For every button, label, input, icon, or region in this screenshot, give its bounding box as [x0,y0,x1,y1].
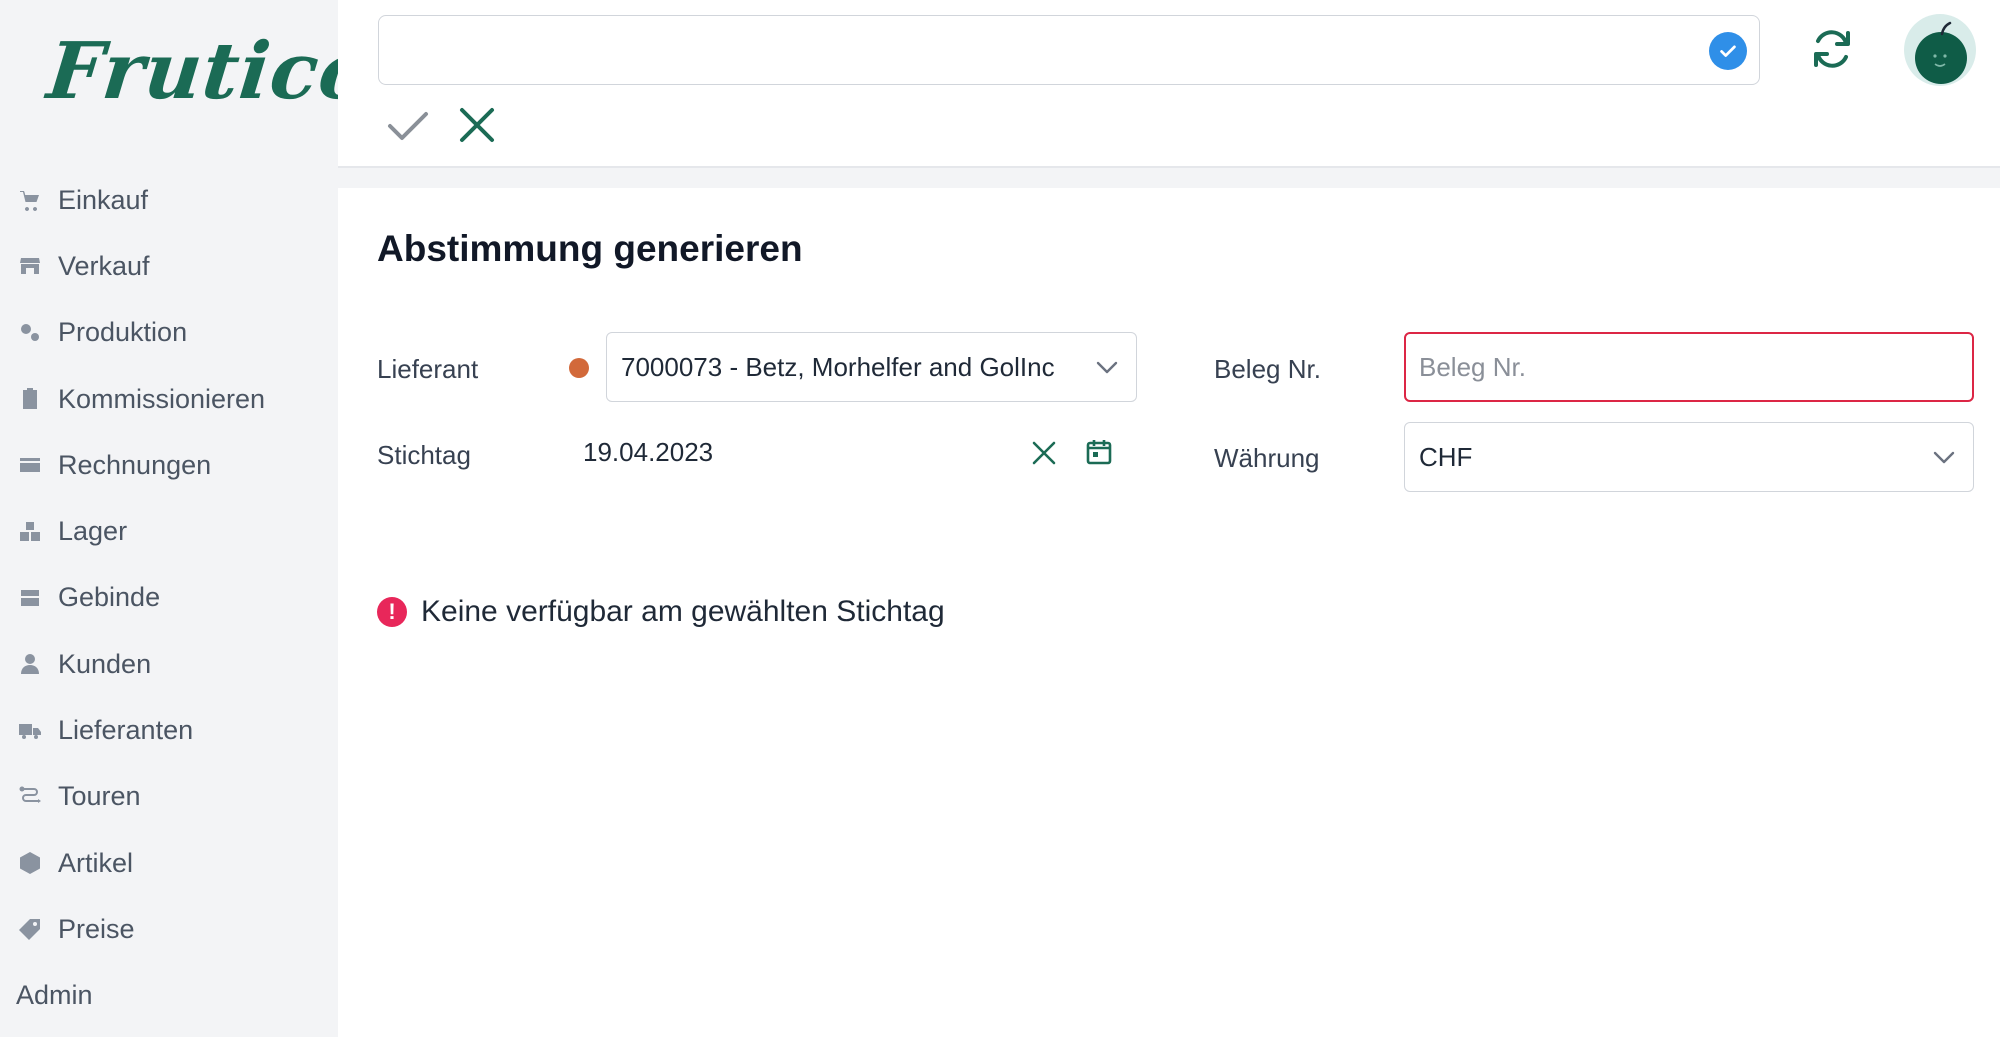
sidebar-item-verkauf[interactable]: Verkauf [0,233,338,299]
cancel-x-icon[interactable] [456,104,498,146]
sidebar-item-label: Kunden [58,648,152,679]
stichtag-date-input[interactable]: 19.04.2023 [583,437,713,468]
truck-icon [18,719,42,743]
lieferant-select[interactable]: 7000073 - Betz, Morhelfer and GolInc [606,332,1137,402]
sidebar-item-label: Einkauf [58,184,149,215]
boxes-icon [18,520,42,544]
top-bar [338,0,2000,168]
cart-icon [18,188,42,212]
refresh-icon[interactable] [1808,25,1856,73]
sidebar-item-label: Produktion [58,317,188,348]
sidebar-item-lieferanten[interactable]: Lieferanten [0,697,338,763]
sidebar: Frutico Einkauf Verkauf Produktion Kommi… [0,0,377,1037]
sidebar-item-kunden[interactable]: Kunden [0,631,338,697]
sidebar-item-admin[interactable]: Admin [0,963,338,1029]
avatar[interactable] [1904,14,1976,86]
sidebar-item-label: Verkauf [58,250,150,281]
clear-date-icon[interactable] [1029,438,1059,468]
waehrung-label: Währung [1214,443,1320,473]
header-divider [338,168,2000,188]
app-root: Frutico Einkauf Verkauf Produktion Kommi… [0,0,2000,1037]
calendar-icon[interactable] [1084,437,1114,467]
exclamation-icon: ! [377,597,407,627]
sidebar-item-gebinde[interactable]: Gebinde [0,565,338,631]
credit-card-icon [18,453,42,477]
sidebar-item-produktion[interactable]: Produktion [0,300,338,366]
waehrung-select-value: CHF [1419,441,1473,472]
route-icon [18,785,42,809]
store-icon [18,254,42,278]
brand-logo[interactable]: Frutico [43,22,377,122]
sidebar-item-label: Kommissionieren [58,383,266,414]
sidebar-item-label: Touren [58,781,141,812]
search-input[interactable] [378,15,1760,85]
sidebar-item-label: Lieferanten [58,715,194,746]
sidebar-item-label: Lager [58,516,128,547]
hexagon-icon [18,851,42,875]
sidebar-nav: Einkauf Verkauf Produktion Kommissionier… [0,167,338,1029]
stichtag-label: Stichtag [377,440,471,470]
warning-text: Keine verfügbar am gewählten Stichtag [421,595,945,628]
status-dot [569,358,589,378]
sidebar-item-label: Gebinde [58,582,161,613]
sidebar-item-lager[interactable]: Lager [0,498,338,564]
logo-text: Frutico [43,26,377,117]
warning-message: ! Keine verfügbar am gewählten Stichtag [377,595,945,629]
waehrung-select[interactable]: CHF [1404,422,1974,492]
lieferant-select-value: 7000073 - Betz, Morhelfer and GolInc [621,351,1055,382]
sidebar-item-artikel[interactable]: Artikel [0,830,338,896]
crate-icon [18,586,42,610]
page-title: Abstimmung generieren [377,228,803,269]
beleg-nr-label: Beleg Nr. [1214,354,1321,384]
sidebar-item-rechnungen[interactable]: Rechnungen [0,432,338,498]
sidebar-item-touren[interactable]: Touren [0,764,338,830]
sidebar-item-label: Rechnungen [58,449,212,480]
user-icon [18,652,42,676]
lieferant-label: Lieferant [377,354,479,384]
sidebar-item-kommissionieren[interactable]: Kommissionieren [0,366,338,432]
sidebar-item-label: Admin [16,980,93,1011]
sidebar-item-label: Artikel [58,847,134,878]
tag-icon [18,917,42,941]
apple-avatar-icon [1915,21,1967,84]
clipboard-icon [18,387,42,411]
chevron-down-icon [1933,451,1955,464]
sidebar-item-einkauf[interactable]: Einkauf [0,167,338,233]
beleg-nr-input[interactable] [1404,332,1974,402]
chevron-down-icon [1096,361,1118,374]
confirm-check-icon[interactable] [386,104,430,148]
gears-icon [18,321,42,345]
sidebar-item-preise[interactable]: Preise [0,896,338,962]
verified-check-icon [1709,32,1747,70]
sidebar-item-label: Preise [58,913,135,944]
